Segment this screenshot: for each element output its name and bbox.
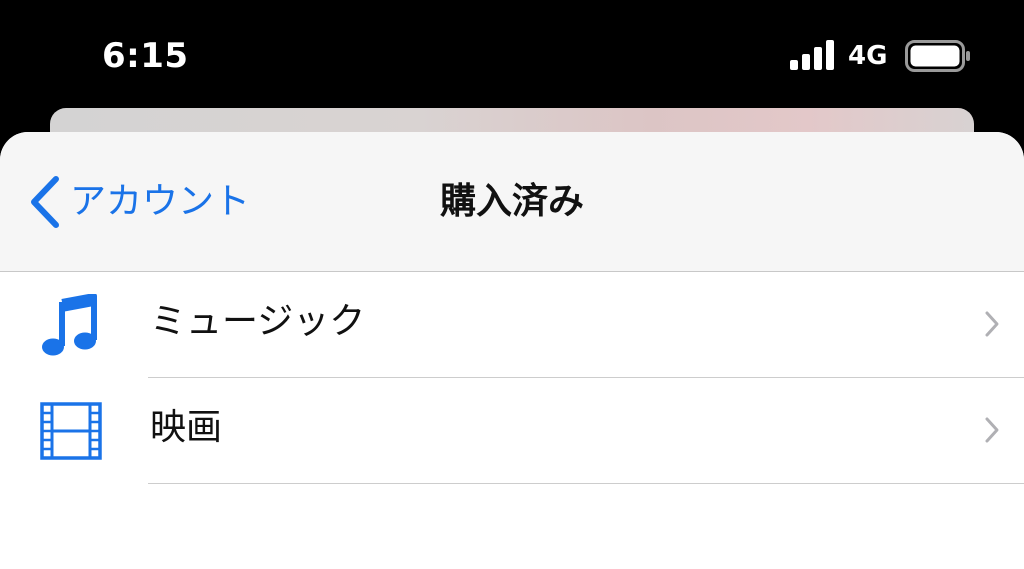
list-item-label: ミュージック xyxy=(150,301,366,342)
list-item-label: 映画 xyxy=(150,407,223,448)
navigation-bar: アカウント 購入済み xyxy=(0,132,1024,272)
status-bar: 6:15 4G xyxy=(0,0,1024,108)
list-item-movies[interactable]: 映画 xyxy=(0,378,1024,484)
purchased-sheet: アカウント 購入済み ミュージック 映画 xyxy=(0,132,1024,569)
status-time: 6:15 xyxy=(102,36,189,76)
chevron-right-icon xyxy=(985,417,999,443)
network-label: 4G xyxy=(848,41,888,71)
film-icon xyxy=(40,402,102,460)
chevron-right-icon xyxy=(985,311,999,337)
list-item-music[interactable]: ミュージック xyxy=(0,272,1024,378)
music-note-icon xyxy=(42,294,97,356)
row-divider xyxy=(148,483,1024,484)
page-title: 購入済み xyxy=(439,181,584,222)
purchased-list: ミュージック 映画 xyxy=(0,272,1024,484)
signal-bars-icon xyxy=(790,40,834,70)
battery-icon xyxy=(905,40,970,72)
